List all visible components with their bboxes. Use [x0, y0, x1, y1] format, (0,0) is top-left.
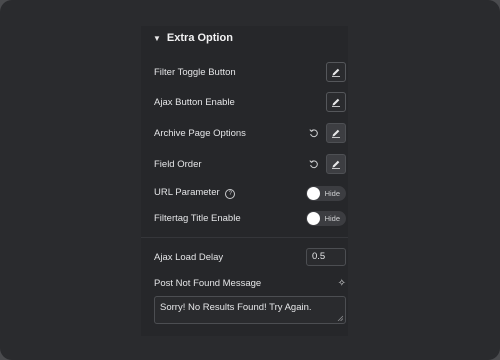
toggle-knob — [307, 186, 320, 200]
filtertag-title-toggle[interactable]: Hide — [306, 210, 346, 226]
url-parameter-toggle[interactable]: Hide — [306, 185, 346, 201]
toggle-knob — [307, 211, 320, 225]
row-filtertag-title-enable: Filtertag Title Enable Hide — [154, 207, 346, 229]
section-divider — [141, 237, 348, 238]
url-parameter-label-wrap: URL Parameter ? — [154, 187, 306, 199]
filter-toggle-button-label: Filter Toggle Button — [154, 66, 236, 78]
textarea-value: Sorry! No Results Found! Try Again. — [160, 302, 312, 313]
row-ajax-load-delay: Ajax Load Delay 0.5 — [154, 246, 346, 268]
archive-page-options-label: Archive Page Options — [154, 127, 246, 139]
sparkle-icon[interactable]: ✧ — [338, 278, 346, 289]
post-not-found-message-label: Post Not Found Message — [154, 277, 262, 289]
pencil-icon — [332, 98, 340, 107]
pencil-icon — [332, 160, 340, 169]
url-parameter-label: URL Parameter — [154, 187, 220, 198]
ajax-load-delay-label: Ajax Load Delay — [154, 251, 224, 263]
section-header-extra-option[interactable]: ▼ Extra Option — [141, 26, 348, 50]
row-filter-toggle-button: Filter Toggle Button — [154, 61, 346, 83]
pencil-icon — [332, 129, 340, 138]
resize-grip-icon[interactable] — [337, 315, 343, 321]
pencil-icon — [332, 68, 340, 77]
row-post-not-found-message: Post Not Found Message ✧ — [154, 272, 346, 294]
filtertag-title-enable-label: Filtertag Title Enable — [154, 212, 241, 224]
ajax-load-delay-input[interactable]: 0.5 — [306, 248, 346, 266]
ajax-button-enable-label: Ajax Button Enable — [154, 96, 235, 108]
field-order-label: Field Order — [154, 158, 202, 170]
ajax-button-edit-button[interactable] — [326, 92, 346, 112]
screen-frame: ▼ Extra Option Filter Toggle Button Ajax… — [0, 0, 500, 360]
help-icon[interactable]: ? — [225, 189, 236, 199]
archive-page-edit-button[interactable] — [326, 123, 346, 143]
toggle-text: Hide — [324, 213, 340, 223]
field-order-edit-button[interactable] — [326, 154, 346, 174]
reset-icon[interactable] — [308, 158, 320, 170]
row-field-order: Field Order — [154, 153, 346, 175]
reset-icon[interactable] — [308, 127, 320, 139]
row-archive-page-options: Archive Page Options — [154, 122, 346, 144]
filter-toggle-edit-button[interactable] — [326, 62, 346, 82]
caret-down-icon: ▼ — [153, 33, 161, 43]
section-title: Extra Option — [166, 32, 233, 44]
row-ajax-button-enable: Ajax Button Enable — [154, 91, 346, 113]
row-url-parameter: URL Parameter ? Hide — [154, 182, 346, 204]
settings-panel: ▼ Extra Option Filter Toggle Button Ajax… — [141, 26, 348, 336]
post-not-found-message-textarea[interactable]: Sorry! No Results Found! Try Again. — [154, 296, 346, 324]
toggle-text: Hide — [324, 188, 340, 198]
